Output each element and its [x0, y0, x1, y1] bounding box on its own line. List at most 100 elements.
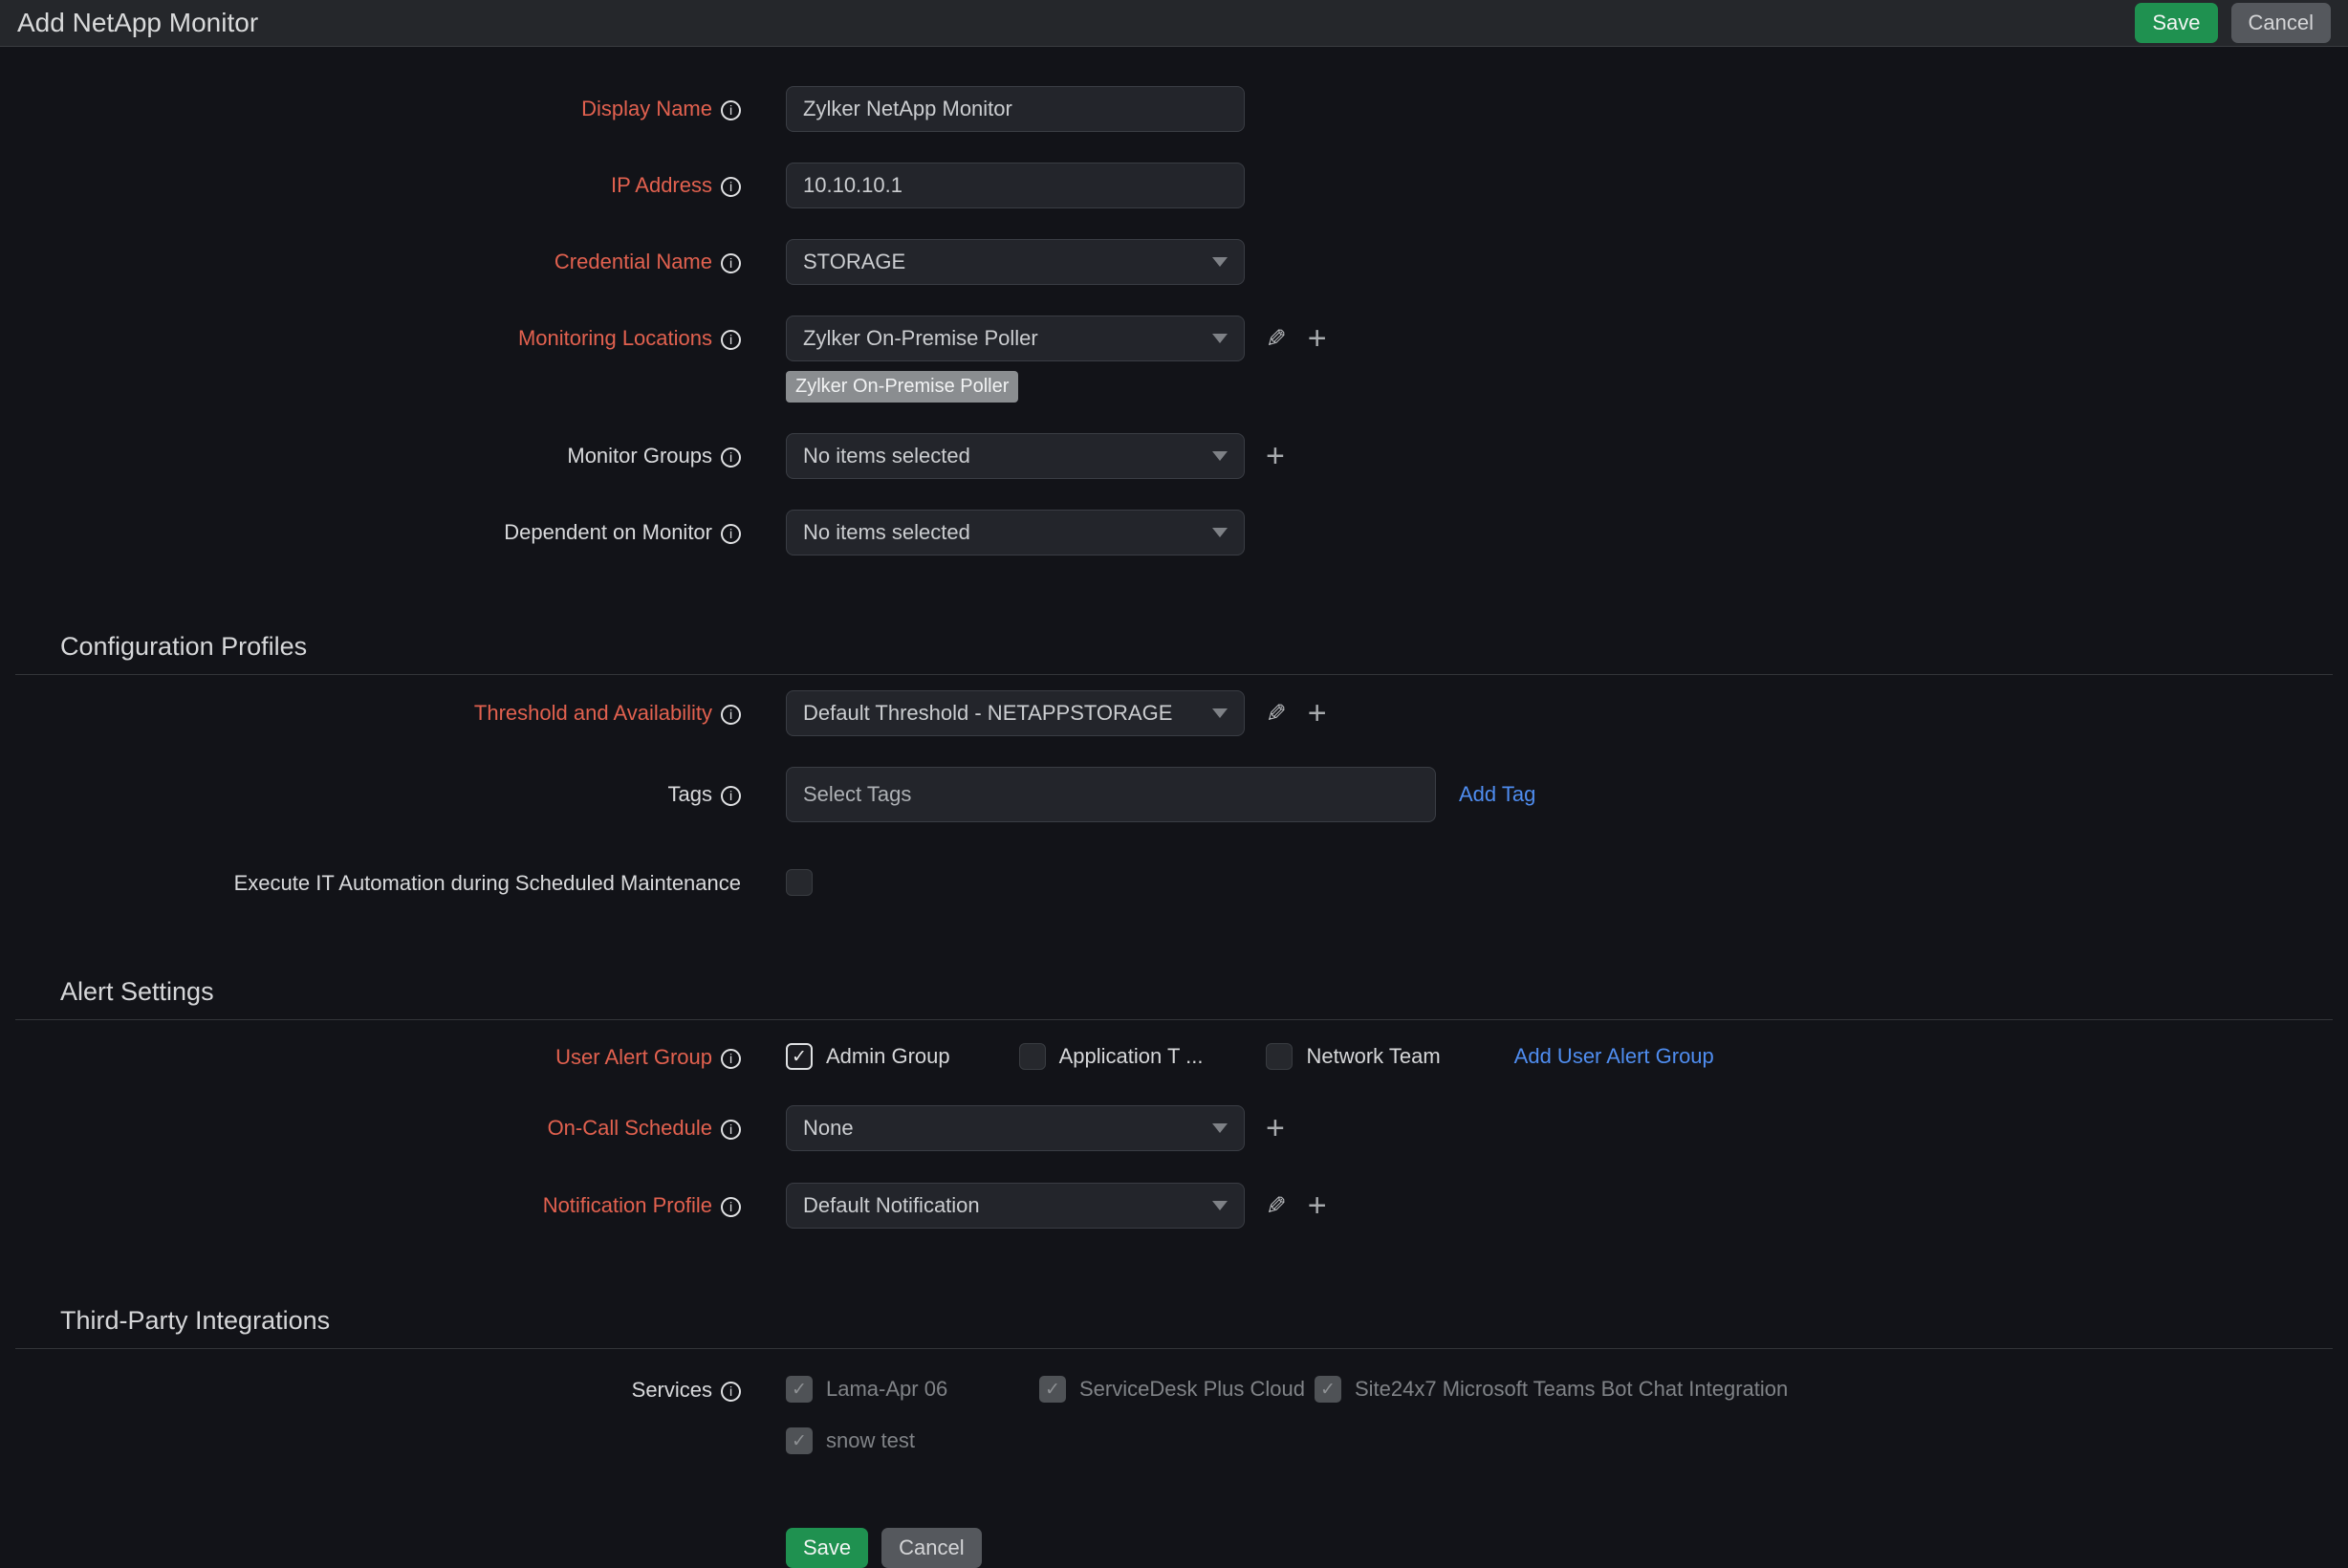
- save-button-bottom[interactable]: Save: [786, 1528, 868, 1568]
- it-automation-label: Execute IT Automation during Scheduled M…: [0, 869, 741, 898]
- threshold-label: Threshold and Availabilityi: [0, 690, 741, 736]
- third-party-title: Third-Party Integrations: [60, 1306, 2348, 1336]
- monitoring-locations-row: Monitoring Locationsi Zylker On-Premise …: [0, 316, 2348, 403]
- edit-icon[interactable]: ✎: [1266, 1193, 1287, 1218]
- info-icon[interactable]: i: [721, 786, 741, 806]
- ip-address-row: IP Addressi: [0, 163, 2348, 208]
- chevron-down-icon: [1212, 708, 1228, 718]
- chevron-down-icon: [1212, 1201, 1228, 1210]
- monitor-groups-select[interactable]: No items selected: [786, 433, 1245, 479]
- display-name-row: Display Namei: [0, 86, 2348, 132]
- monitor-groups-value: No items selected: [803, 444, 970, 468]
- add-icon[interactable]: +: [1308, 697, 1327, 730]
- it-automation-checkbox[interactable]: [786, 869, 813, 896]
- page-title: Add NetApp Monitor: [17, 8, 258, 38]
- on-call-schedule-label: On-Call Schedulei: [0, 1105, 741, 1151]
- check-icon: ✓: [792, 1048, 807, 1066]
- alert-settings-title: Alert Settings: [60, 977, 2348, 1007]
- edit-icon[interactable]: ✎: [1266, 701, 1287, 726]
- services-row: Servicesi ✓ Lama-Apr 06 ✓ ServiceDesk Pl…: [0, 1376, 2348, 1454]
- info-icon[interactable]: i: [721, 253, 741, 273]
- top-bar: Add NetApp Monitor Save Cancel: [0, 0, 2348, 47]
- chevron-down-icon: [1212, 334, 1228, 343]
- ip-address-label: IP Addressi: [0, 163, 741, 208]
- add-icon[interactable]: +: [1266, 440, 1285, 472]
- service-option: ✓ Lama-Apr 06: [786, 1376, 1030, 1403]
- notification-profile-select[interactable]: Default Notification: [786, 1183, 1245, 1229]
- add-icon[interactable]: +: [1266, 1112, 1285, 1144]
- dependent-on-monitor-row: Dependent on Monitori No items selected: [0, 510, 2348, 555]
- top-bar-actions: Save Cancel: [2135, 3, 2331, 43]
- add-tag-link[interactable]: Add Tag: [1459, 782, 1535, 807]
- section-divider: [15, 1019, 2333, 1020]
- application-team-checkbox[interactable]: [1019, 1043, 1046, 1070]
- credential-name-row: Credential Namei STORAGE: [0, 239, 2348, 285]
- cancel-button-top[interactable]: Cancel: [2231, 3, 2331, 43]
- info-icon[interactable]: i: [721, 1197, 741, 1217]
- info-icon[interactable]: i: [721, 447, 741, 468]
- form-content: Display Namei IP Addressi Credential Nam…: [0, 47, 2348, 1568]
- section-divider: [15, 1348, 2333, 1349]
- chevron-down-icon: [1212, 451, 1228, 461]
- teams-bot-checkbox: ✓: [1315, 1376, 1341, 1403]
- monitor-groups-row: Monitor Groupsi No items selected +: [0, 433, 2348, 479]
- monitoring-locations-label: Monitoring Locationsi: [0, 316, 741, 361]
- notification-profile-value: Default Notification: [803, 1193, 980, 1218]
- monitor-groups-label: Monitor Groupsi: [0, 433, 741, 479]
- notification-profile-label: Notification Profilei: [0, 1183, 741, 1229]
- check-icon: ✓: [792, 1432, 807, 1450]
- threshold-value: Default Threshold - NETAPPSTORAGE: [803, 701, 1172, 726]
- dependent-on-monitor-value: No items selected: [803, 520, 970, 545]
- lama-apr-checkbox: ✓: [786, 1376, 813, 1403]
- user-alert-group-label: User Alert Groupi: [0, 1043, 741, 1072]
- info-icon[interactable]: i: [721, 524, 741, 544]
- admin-group-checkbox[interactable]: ✓: [786, 1043, 813, 1070]
- snow-test-checkbox: ✓: [786, 1427, 813, 1454]
- dependent-on-monitor-select[interactable]: No items selected: [786, 510, 1245, 555]
- service-option: ✓ ServiceDesk Plus Cloud: [1039, 1376, 1305, 1403]
- edit-icon[interactable]: ✎: [1266, 326, 1287, 351]
- servicedesk-checkbox: ✓: [1039, 1376, 1066, 1403]
- cancel-button-bottom[interactable]: Cancel: [881, 1528, 981, 1568]
- add-user-alert-group-link[interactable]: Add User Alert Group: [1514, 1044, 1714, 1069]
- add-icon[interactable]: +: [1308, 322, 1327, 355]
- monitoring-locations-select[interactable]: Zylker On-Premise Poller: [786, 316, 1245, 361]
- chevron-down-icon: [1212, 257, 1228, 267]
- service-option: ✓ snow test: [786, 1427, 915, 1454]
- alert-group-option: ✓ Admin Group: [786, 1043, 950, 1070]
- selected-location-chip: Zylker On-Premise Poller: [786, 371, 1018, 403]
- display-name-label: Display Namei: [0, 86, 741, 132]
- save-button-top[interactable]: Save: [2135, 3, 2217, 43]
- on-call-schedule-select[interactable]: None: [786, 1105, 1245, 1151]
- user-alert-group-row: User Alert Groupi ✓ Admin Group Applicat…: [0, 1043, 2348, 1072]
- credential-name-select[interactable]: STORAGE: [786, 239, 1245, 285]
- section-divider: [15, 674, 2333, 675]
- dependent-on-monitor-label: Dependent on Monitori: [0, 510, 741, 555]
- chevron-down-icon: [1212, 1123, 1228, 1133]
- info-icon[interactable]: i: [721, 1049, 741, 1069]
- on-call-schedule-value: None: [803, 1116, 854, 1141]
- check-icon: ✓: [1045, 1381, 1060, 1399]
- display-name-input[interactable]: [786, 86, 1245, 132]
- chevron-down-icon: [1212, 528, 1228, 537]
- ip-address-input[interactable]: [786, 163, 1245, 208]
- info-icon[interactable]: i: [721, 1382, 741, 1402]
- tags-input[interactable]: [786, 767, 1436, 822]
- check-icon: ✓: [1320, 1381, 1336, 1399]
- threshold-row: Threshold and Availabilityi Default Thre…: [0, 690, 2348, 736]
- threshold-select[interactable]: Default Threshold - NETAPPSTORAGE: [786, 690, 1245, 736]
- footer-actions: Save Cancel: [786, 1528, 2348, 1568]
- alert-group-option: Network Team: [1266, 1043, 1440, 1070]
- info-icon[interactable]: i: [721, 1120, 741, 1140]
- configuration-profiles-section: Configuration Profiles: [0, 632, 2348, 675]
- info-icon[interactable]: i: [721, 177, 741, 197]
- info-icon[interactable]: i: [721, 705, 741, 725]
- info-icon[interactable]: i: [721, 330, 741, 350]
- network-team-checkbox[interactable]: [1266, 1043, 1293, 1070]
- third-party-section: Third-Party Integrations: [0, 1306, 2348, 1349]
- credential-name-label: Credential Namei: [0, 239, 741, 285]
- add-icon[interactable]: +: [1308, 1189, 1327, 1222]
- monitoring-locations-value: Zylker On-Premise Poller: [803, 326, 1038, 351]
- services-label: Servicesi: [0, 1376, 741, 1405]
- info-icon[interactable]: i: [721, 100, 741, 120]
